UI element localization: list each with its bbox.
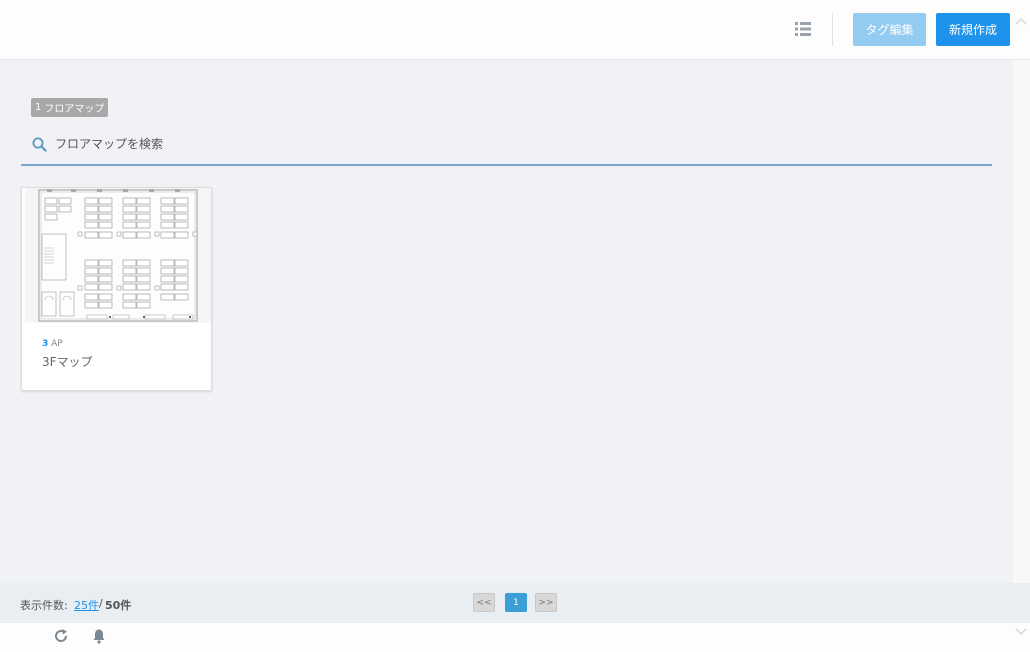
per-page-link[interactable]: 25件 [74,597,99,613]
scroll-up-icon[interactable] [1014,16,1028,26]
floormap-count: 1 [35,102,42,113]
list-icon [795,22,811,36]
ap-count: 3 [42,339,49,349]
top-toolbar: タグ編集 新規作成 [0,0,1030,60]
pager-next-button[interactable]: >> [535,593,557,612]
refresh-icon[interactable] [53,628,69,644]
floormap-card[interactable]: 3 AP 3Fマップ [21,187,212,391]
floormap-thumbnail[interactable] [25,188,211,323]
search-input[interactable] [55,133,955,155]
floormap-count-badge: 1 フロアマップ [31,98,109,117]
vertical-scrollbar[interactable] [1013,60,1030,583]
ap-count-line: 3 AP [42,339,63,349]
search-icon [32,137,47,152]
create-new-button[interactable]: 新規作成 [936,13,1010,46]
pager-page-1[interactable]: 1 [505,593,527,612]
toolbar-divider [832,13,833,46]
floormap-title[interactable]: 3Fマップ [42,353,93,370]
ap-unit: AP [51,339,63,349]
per-page-label: 表示件数: [20,599,68,612]
list-view-button[interactable] [792,19,814,39]
floorplan-image [25,188,211,323]
pager-prev-button[interactable]: << [473,593,495,612]
tag-edit-button[interactable]: タグ編集 [853,13,926,46]
bell-icon[interactable] [91,628,107,644]
per-page-total[interactable]: 50件 [105,597,131,613]
scroll-down-icon[interactable] [1014,627,1028,637]
floormap-count-label: フロアマップ [44,104,105,115]
per-page-separator: / [99,597,103,610]
bottom-bar [0,623,1030,652]
search-bar [21,128,992,166]
pagination-footer: 表示件数: 25件 / 50件 << 1 >> [0,583,1030,623]
